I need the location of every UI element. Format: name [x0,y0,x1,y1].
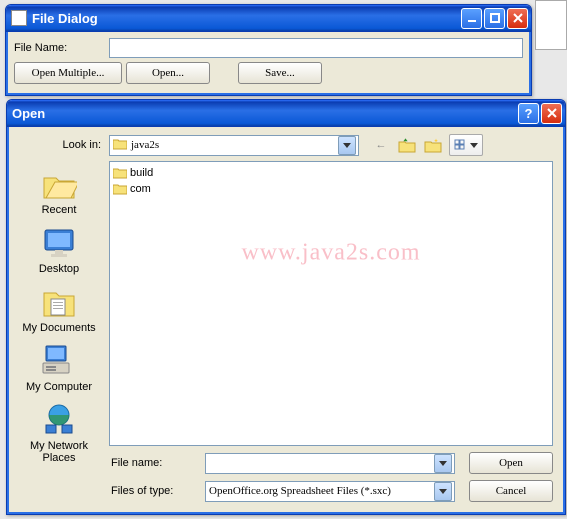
cancel-button[interactable]: Cancel [469,480,553,502]
file-dialog-window: File Dialog File Name: Open Multiple... … [5,4,532,96]
sidebar-item-desktop[interactable]: Desktop [15,222,103,277]
file-dialog-title: File Dialog [32,11,459,26]
look-in-label: Look in: [15,139,109,151]
sidebar-item-label: My Computer [26,381,92,393]
open-dialog-titlebar[interactable]: Open ? [7,100,565,127]
sidebar-item-recent[interactable]: Recent [15,163,103,218]
file-name-combo[interactable] [205,453,455,474]
open-multiple-button[interactable]: Open Multiple... [14,62,122,84]
sidebar-item-network[interactable]: My Network Places [15,399,103,466]
my-computer-icon [40,343,78,379]
sidebar-item-label: My Network Places [15,440,103,464]
dropdown-icon[interactable] [338,136,356,155]
help-button[interactable]: ? [518,103,539,124]
dropdown-icon[interactable] [434,454,452,473]
folder-icon [113,167,127,179]
files-of-type-value: OpenOffice.org Spreadsheet Files (*.sxc) [209,485,434,497]
desktop-icon [40,225,78,261]
open-dialog-window: Open ? Look in: java2s ← [6,99,566,515]
files-of-type-combo[interactable]: OpenOffice.org Spreadsheet Files (*.sxc) [205,481,455,502]
file-list[interactable]: build com www.java2s.com [109,161,553,446]
file-name-label: File name: [109,457,197,469]
recent-icon [40,166,78,202]
network-icon [40,402,78,438]
folder-icon [113,138,127,153]
open-button[interactable]: Open [469,452,553,474]
sidebar-item-my-documents[interactable]: My Documents [15,281,103,336]
sidebar-item-label: Recent [42,204,77,216]
view-menu-icon[interactable] [449,134,483,156]
look-in-value: java2s [131,139,338,151]
app-icon [11,10,27,26]
file-name-label: File Name: [14,42,109,54]
file-name-input[interactable] [109,38,523,58]
my-documents-icon [40,284,78,320]
folder-icon [113,183,127,195]
places-sidebar: Recent Desktop My Documents [15,161,103,502]
sidebar-item-label: Desktop [39,263,79,275]
files-of-type-label: Files of type: [109,485,197,497]
maximize-button[interactable] [484,8,505,29]
save-button[interactable]: Save... [238,62,322,84]
up-one-level-icon[interactable] [397,135,417,155]
open-dialog-title: Open [12,106,516,121]
watermark: www.java2s.com [241,239,420,266]
file-name: build [130,167,153,179]
look-in-combo[interactable]: java2s [109,135,359,156]
file-name: com [130,183,151,195]
sidebar-item-label: My Documents [22,322,95,334]
dropdown-icon[interactable] [434,482,452,501]
file-dialog-titlebar[interactable]: File Dialog [6,5,531,32]
minimize-button[interactable] [461,8,482,29]
list-item[interactable]: build [113,165,549,181]
close-button[interactable] [541,103,562,124]
sidebar-item-my-computer[interactable]: My Computer [15,340,103,395]
new-folder-icon[interactable] [423,135,443,155]
list-item[interactable]: com [113,181,549,197]
close-button[interactable] [507,8,528,29]
open-button[interactable]: Open... [126,62,210,84]
back-icon[interactable]: ← [371,135,391,155]
